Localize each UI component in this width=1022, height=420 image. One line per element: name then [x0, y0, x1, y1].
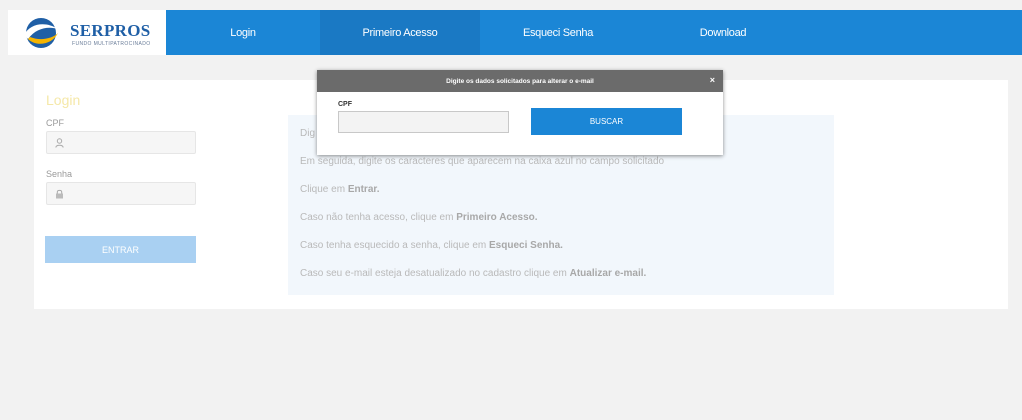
buscar-button[interactable]: BUSCAR	[531, 108, 682, 135]
cpf-label: CPF	[46, 118, 64, 128]
modal-cpf-input[interactable]	[338, 111, 509, 133]
entrar-button[interactable]: ENTRAR	[45, 236, 196, 263]
instruction-line-2: Em seguida, digite os caracteres que apa…	[300, 156, 665, 167]
nav-esqueci-senha[interactable]: Esqueci Senha	[488, 10, 628, 55]
serpros-logo-icon	[24, 18, 58, 48]
logo-brand-name: SERPROS	[70, 21, 151, 40]
alterar-email-modal: Digite os dados solicitados para alterar…	[317, 70, 723, 155]
nav-download[interactable]: Download	[648, 10, 798, 55]
nav-primeiro-acesso[interactable]: Primeiro Acesso	[320, 10, 480, 55]
instruction-line-4: Caso não tenha acesso, clique em Primeir…	[300, 212, 538, 223]
serpros-logo[interactable]: SERPROS FUNDO MULTIPATROCINADO	[8, 10, 166, 55]
modal-header: Digite os dados solicitados para alterar…	[317, 70, 723, 92]
lock-icon	[56, 189, 63, 199]
cpf-input[interactable]	[46, 131, 196, 154]
modal-cpf-label: CPF	[338, 101, 352, 108]
instruction-line-6: Caso seu e-mail esteja desatualizado no …	[300, 268, 647, 279]
instruction-line-1: Dig	[300, 128, 316, 139]
senha-label: Senha	[46, 169, 73, 179]
senha-input[interactable]	[46, 182, 196, 205]
instruction-line-5: Caso tenha esquecido a senha, clique em …	[300, 240, 563, 251]
modal-title: Digite os dados solicitados para alterar…	[446, 77, 594, 85]
user-icon	[55, 138, 64, 148]
nav-login[interactable]: Login	[208, 10, 278, 55]
instruction-line-3: Clique em Entrar.	[300, 184, 380, 195]
top-nav-bar: SERPROS FUNDO MULTIPATROCINADO Login Pri…	[8, 10, 1022, 55]
logo-tagline: FUNDO MULTIPATROCINADO	[72, 41, 151, 47]
close-icon[interactable]: ×	[710, 75, 715, 85]
login-title: Login	[46, 92, 81, 108]
